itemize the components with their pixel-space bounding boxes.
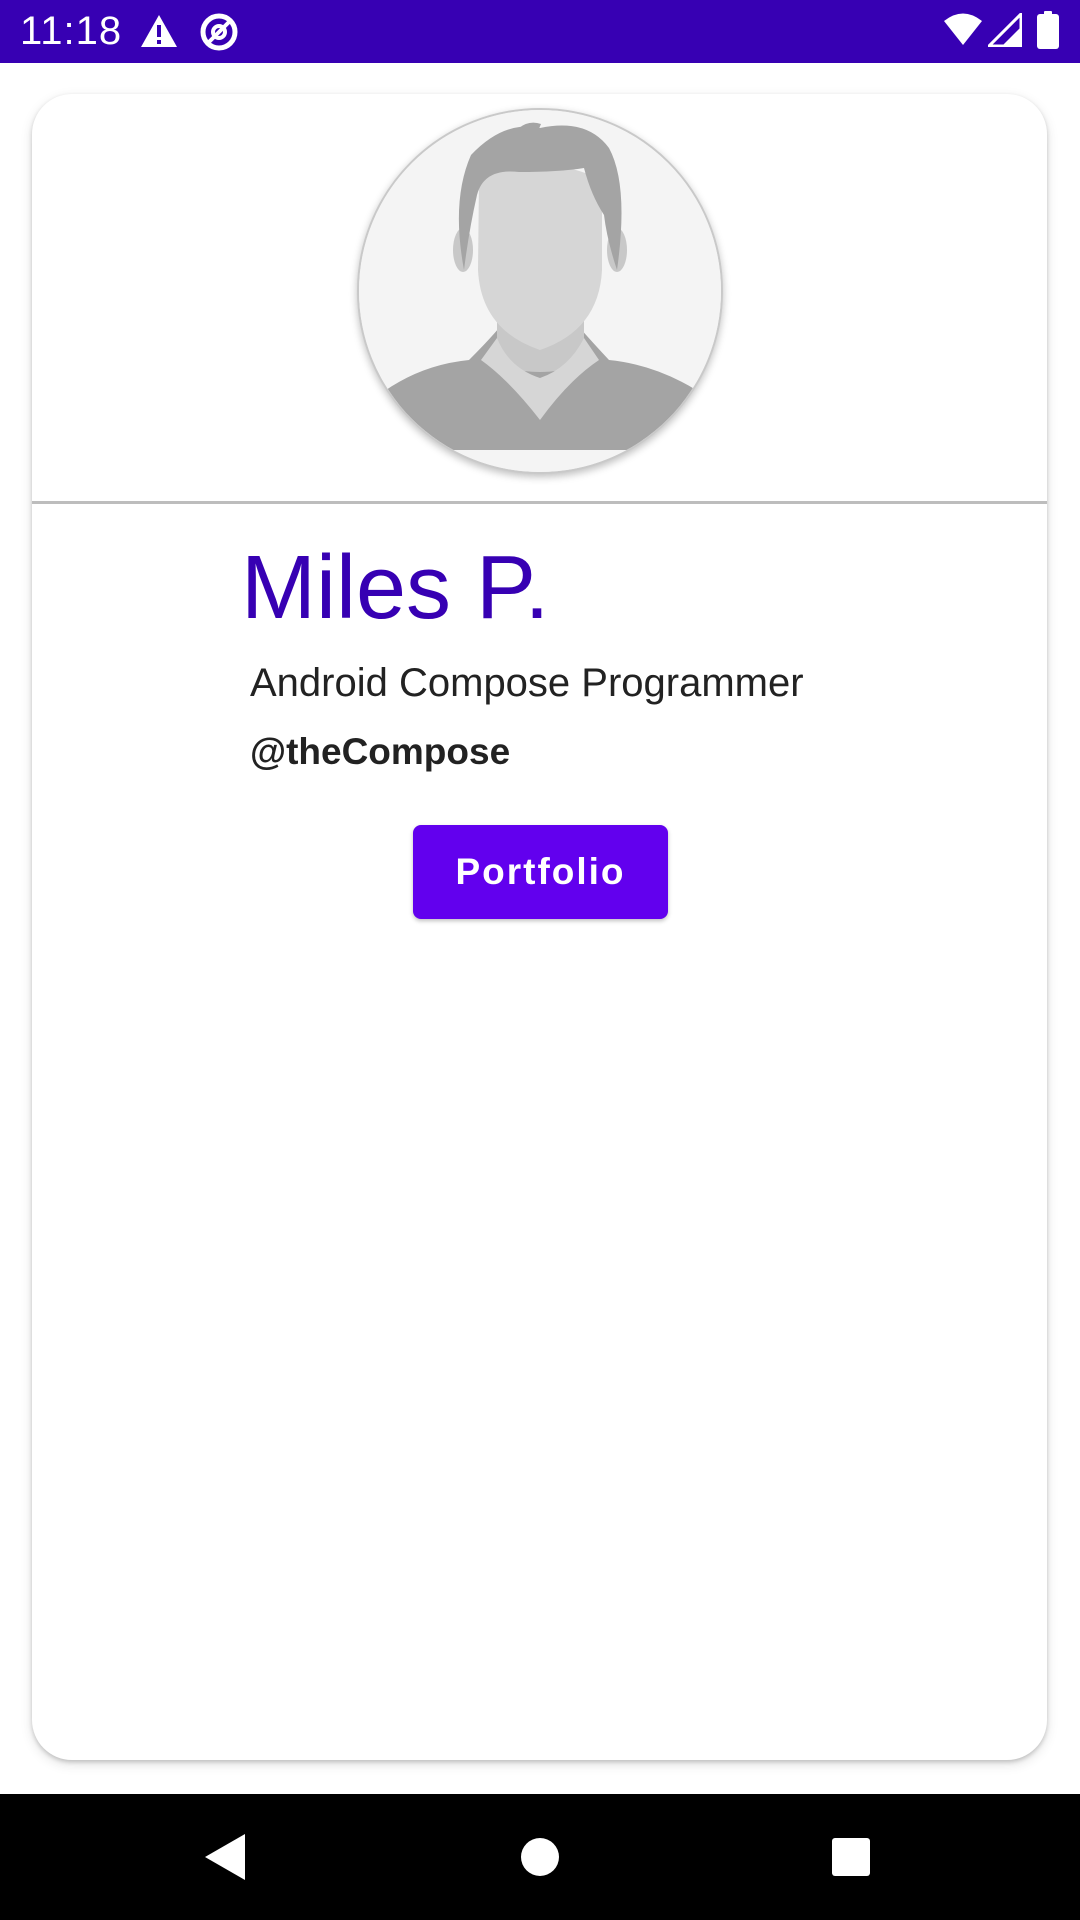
recents-icon (832, 1838, 870, 1876)
status-bar: 11:18 (0, 0, 1080, 63)
back-button[interactable] (190, 1822, 260, 1892)
avatar (357, 108, 723, 474)
profile-card: Miles P. Android Compose Programmer @the… (32, 94, 1047, 1760)
profile-handle: @theCompose (250, 731, 511, 772)
header-divider (32, 501, 1047, 504)
profile-title: Android Compose Programmer (250, 661, 804, 705)
home-button[interactable] (505, 1822, 575, 1892)
profile-name: Miles P. (241, 538, 550, 638)
battery-icon (1037, 11, 1059, 49)
signal-icon (988, 13, 1022, 47)
main-content: Miles P. Android Compose Programmer @the… (0, 63, 1080, 1794)
person-placeholder-icon (359, 110, 721, 472)
sync-icon (200, 13, 238, 51)
warning-icon (141, 15, 177, 47)
portfolio-button[interactable]: Portfolio (413, 825, 668, 919)
status-time: 11:18 (20, 9, 123, 53)
navigation-bar (0, 1794, 1080, 1920)
recents-button[interactable] (816, 1822, 886, 1892)
back-icon (205, 1834, 245, 1880)
home-icon (521, 1838, 559, 1876)
wifi-icon (944, 13, 982, 45)
